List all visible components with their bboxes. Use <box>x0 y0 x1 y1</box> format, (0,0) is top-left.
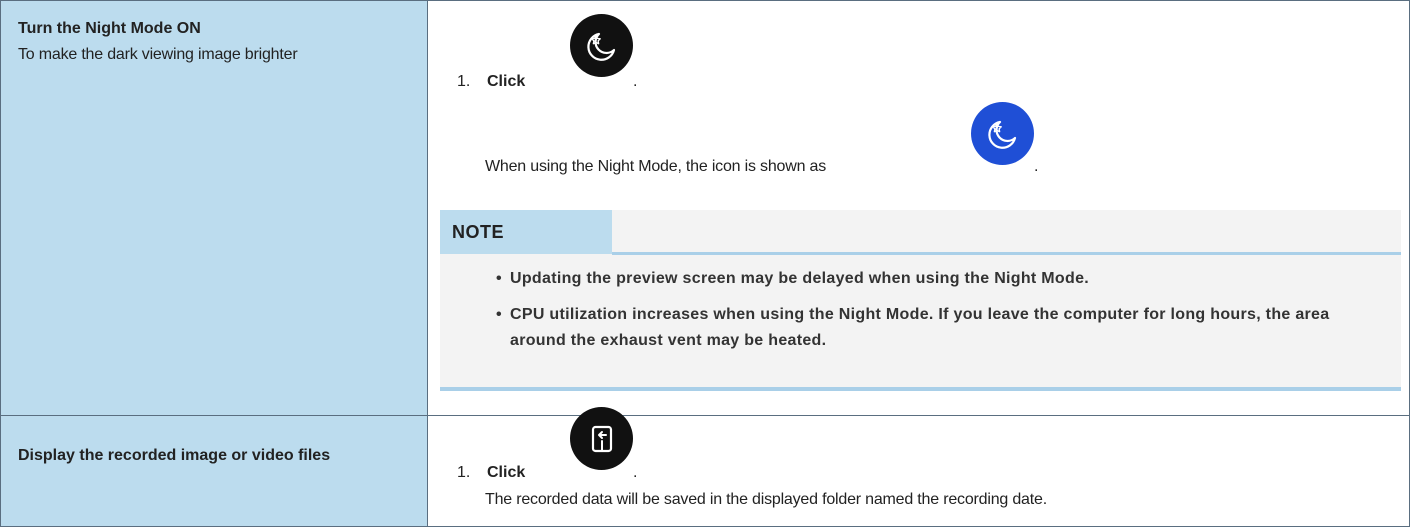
note-divider <box>612 252 1401 255</box>
step-number: 1. <box>457 73 471 90</box>
step-number: 1. <box>457 464 471 481</box>
task-description: To make the dark viewing image brighter <box>18 46 298 63</box>
procedure-cell: 1. Click . When using the Night Mode, the… <box>427 0 1410 416</box>
note-list: • Updating the preview screen may be dela… <box>496 266 1370 364</box>
table-row: Turn the Night Mode ON To make the dark … <box>0 0 1410 416</box>
result-text: The recorded data will be saved in the d… <box>485 491 1047 508</box>
note-item: • CPU utilization increases when using th… <box>496 302 1370 354</box>
step-end: . <box>633 73 638 90</box>
note-box: NOTE • Updating the preview screen may be… <box>440 210 1401 391</box>
task-title: Display the recorded image or video file… <box>18 447 331 464</box>
step-1: 1. Click <box>457 463 525 483</box>
bullet-icon: • <box>496 270 502 287</box>
step-action: Click <box>487 464 526 481</box>
note-item-text: CPU utilization increases when using the… <box>510 306 1330 349</box>
note-item: • Updating the preview screen may be dela… <box>496 266 1370 292</box>
note-heading: NOTE <box>440 210 612 254</box>
night-mode-icon <box>570 14 633 77</box>
instruction-table: Turn the Night Mode ON To make the dark … <box>0 0 1410 527</box>
task-cell: Turn the Night Mode ON To make the dark … <box>0 0 428 416</box>
note-item-text: Updating the preview screen may be delay… <box>510 270 1090 287</box>
task-title: Turn the Night Mode ON <box>18 20 201 37</box>
bullet-icon: • <box>496 306 502 323</box>
table-row: Display the recorded image or video file… <box>0 407 1410 527</box>
night-mode-active-icon <box>971 102 1034 165</box>
open-folder-icon <box>570 407 633 470</box>
step-1: 1. Click <box>457 72 525 92</box>
step-action: Click <box>487 73 526 90</box>
result-text: When using the Night Mode, the icon is s… <box>485 158 827 175</box>
procedure-cell: 1. Click . The recorded data will be save… <box>427 407 1410 527</box>
task-cell: Display the recorded image or video file… <box>0 415 428 527</box>
result-end: . <box>1034 158 1039 175</box>
step-end: . <box>633 464 638 481</box>
